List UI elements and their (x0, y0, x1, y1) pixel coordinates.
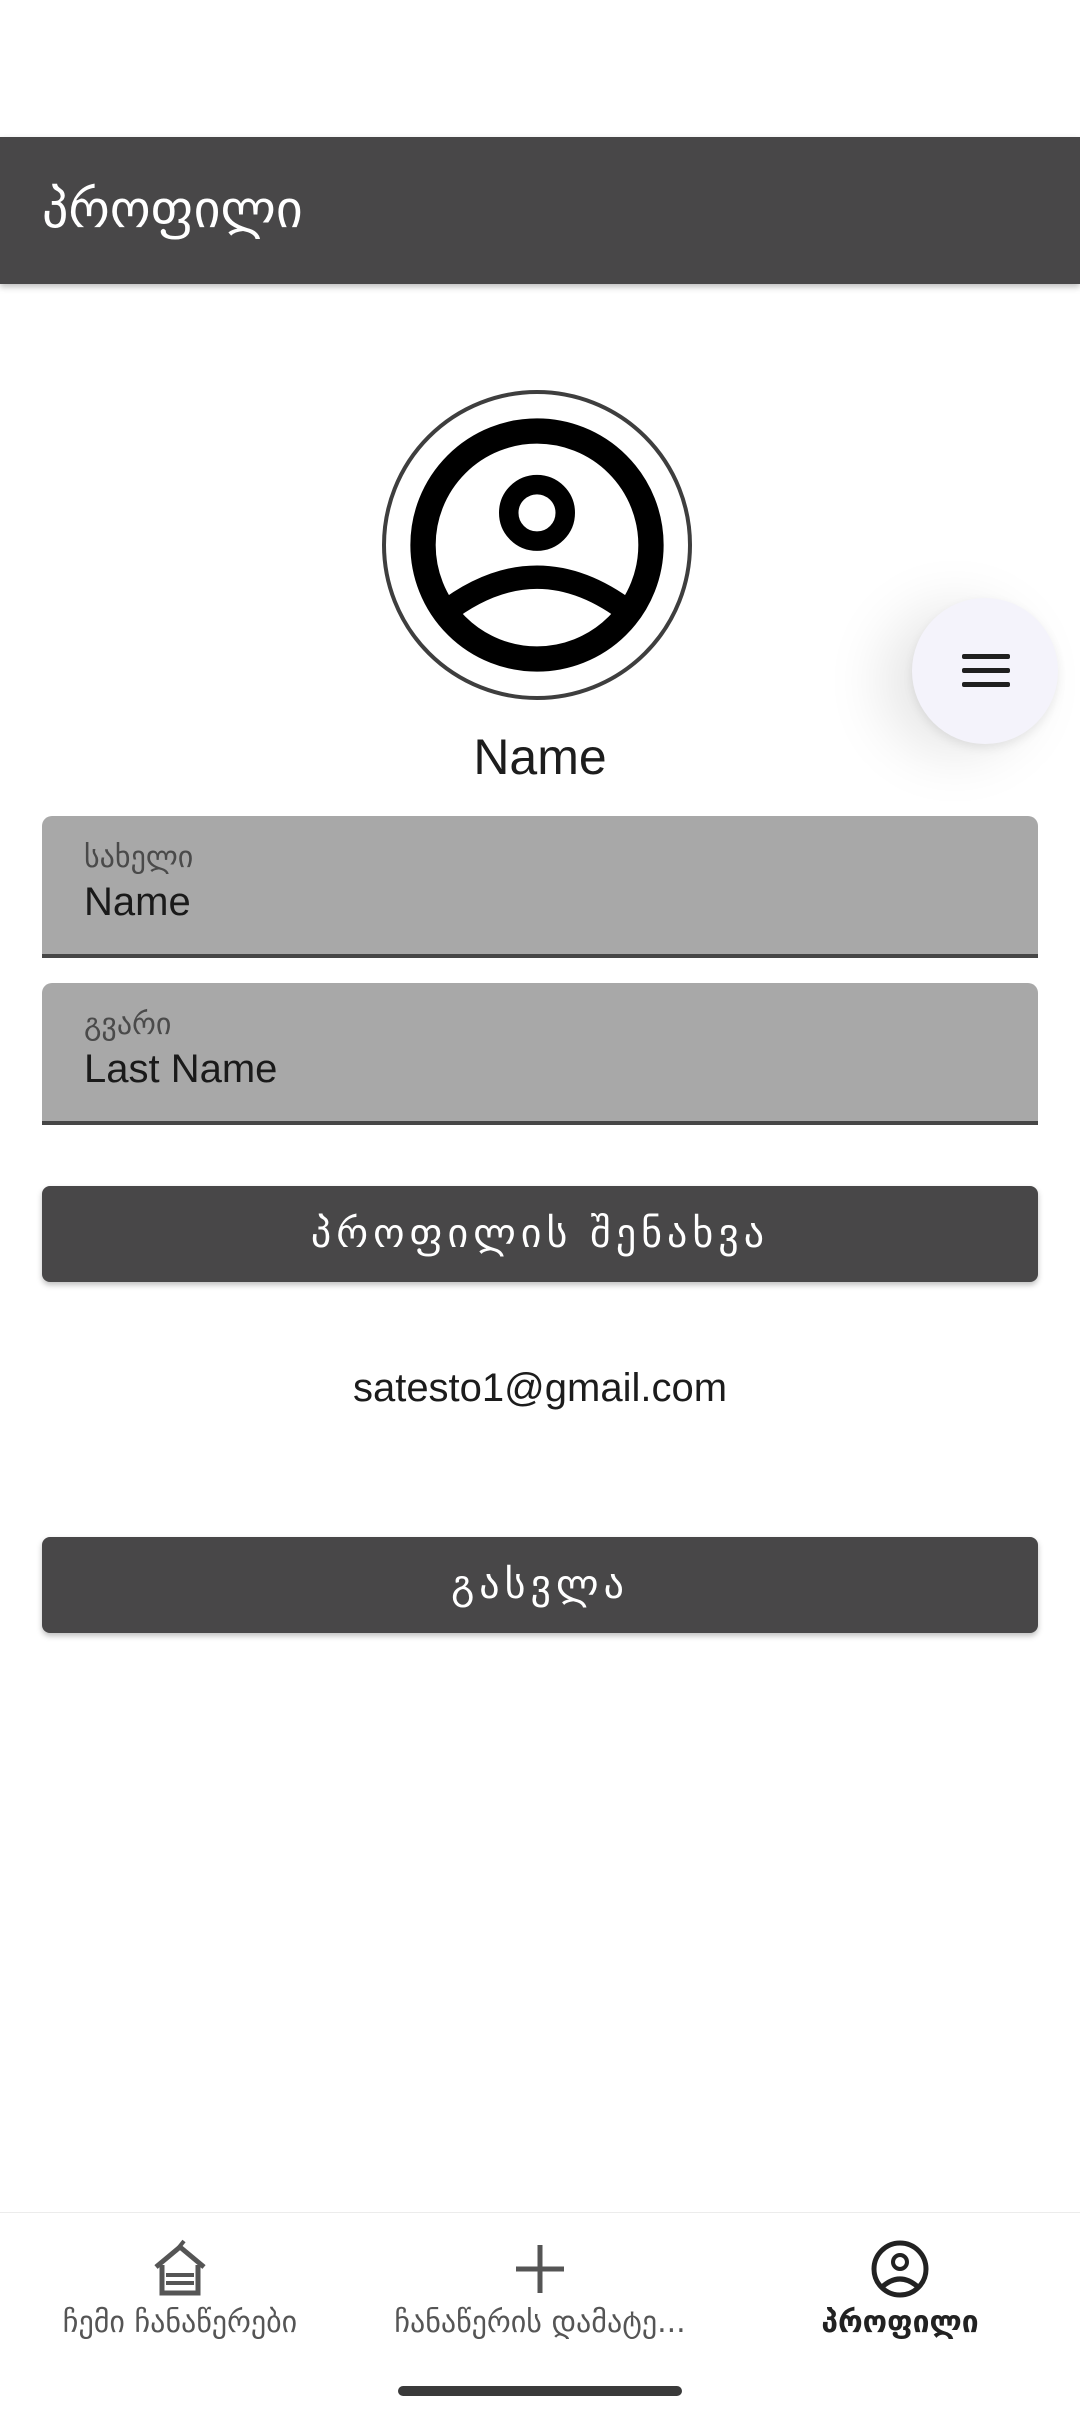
account-circle-icon (871, 2240, 929, 2298)
profile-screen: პროფილი Name სახელი Name გვარი Last Name… (0, 0, 1080, 2425)
app-bar: პროფილი (0, 137, 1080, 284)
first-name-field[interactable]: სახელი Name (42, 816, 1038, 958)
last-name-label: გვარი (84, 1007, 172, 1042)
nav-label-my-notes: ჩემი ჩანაწერები (62, 2305, 298, 2340)
account-circle-icon (410, 418, 664, 672)
nav-item-add-note[interactable]: ჩანაწერის დამატე... (360, 2213, 720, 2373)
email-text: satesto1@gmail.com (352, 1366, 728, 1410)
last-name-value[interactable]: Last Name (84, 1047, 277, 1092)
nav-item-profile[interactable]: პროფილი (720, 2213, 1080, 2373)
profile-display-name: Name (473, 729, 607, 785)
menu-fab[interactable] (912, 598, 1058, 744)
nav-label-profile: პროფილი (821, 2305, 979, 2340)
first-name-label: სახელი (84, 840, 194, 875)
nav-label-add-note: ჩანაწერის დამატე... (394, 2305, 686, 2340)
avatar[interactable] (382, 390, 692, 700)
last-name-field[interactable]: გვარი Last Name (42, 983, 1038, 1125)
add-icon (516, 2245, 564, 2293)
logout-button[interactable]: გასვლა (42, 1537, 1038, 1633)
first-name-value[interactable]: Name (84, 880, 191, 925)
save-profile-button[interactable]: პროფილის შენახვა (42, 1186, 1038, 1282)
page-title: პროფილი (42, 180, 303, 240)
home-indicator[interactable] (398, 2386, 682, 2396)
home-icon (154, 2239, 206, 2296)
nav-item-my-notes[interactable]: ჩემი ჩანაწერები (0, 2213, 360, 2373)
